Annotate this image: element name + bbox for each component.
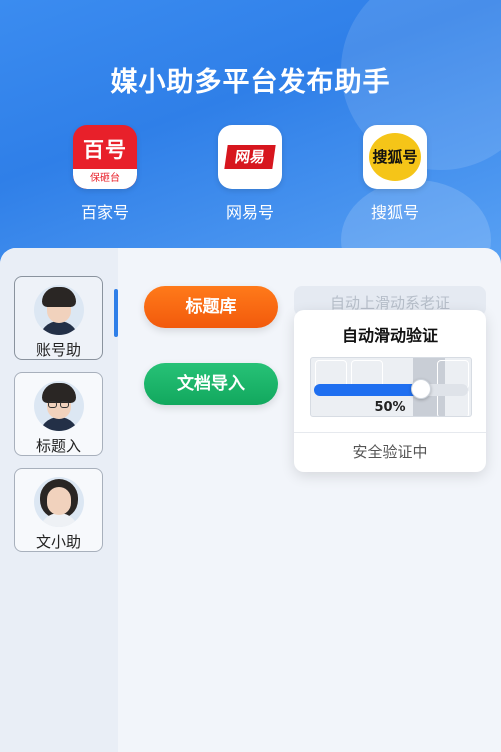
platform-wangyihao[interactable]: 网易 网易号	[210, 125, 290, 223]
platform-label: 搜狐号	[370, 203, 419, 222]
platform-baijiahao[interactable]: 百号 保砸台 百家号	[65, 125, 145, 223]
title-library-button[interactable]: 标题库	[144, 286, 278, 328]
doc-import-button[interactable]: 文档导入	[144, 363, 278, 405]
souhuhao-logo-icon: 搜狐号	[363, 125, 427, 189]
baijiahao-logo-icon: 百号 保砸台	[73, 125, 137, 189]
captcha-status: 安全验证中	[352, 443, 428, 461]
captcha-title: 自动滑动验证	[341, 326, 438, 345]
account-item-wenxiaozhu[interactable]: 文小助	[14, 468, 103, 552]
avatar	[33, 477, 84, 527]
account-name: 文小助	[35, 533, 81, 551]
header-banner: 媒小助多平台发布助手 百号 保砸台 百家号 网易 网易号 搜狐号 搜狐号	[0, 0, 501, 270]
captcha-slider-handle[interactable]	[411, 379, 431, 399]
captcha-slider-track	[314, 379, 468, 399]
platform-souhuhao[interactable]: 搜狐号 搜狐号	[355, 125, 435, 223]
platform-label: 百家号	[80, 203, 129, 222]
account-name: 标题入	[35, 437, 81, 455]
platform-label: 网易号	[225, 203, 274, 222]
avatar	[33, 381, 84, 431]
divider	[294, 432, 486, 433]
account-item-biaotiru[interactable]: 标题入	[14, 372, 103, 456]
app-title: 媒小助多平台发布助手	[110, 67, 391, 98]
active-indicator	[114, 289, 118, 337]
slide-captcha-dialog: 自动滑动验证 50% 安全验证中	[294, 310, 486, 472]
account-name: 账号助	[35, 341, 81, 359]
captcha-progress-label: 50%	[374, 400, 406, 415]
wangyihao-logo-icon: 网易	[218, 125, 282, 189]
account-item-zhanghaozhu[interactable]: 账号助	[14, 276, 103, 360]
avatar	[33, 285, 84, 335]
captcha-slider-fill	[314, 384, 421, 396]
platform-list: 百号 保砸台 百家号 网易 网易号 搜狐号 搜狐号	[0, 125, 501, 225]
